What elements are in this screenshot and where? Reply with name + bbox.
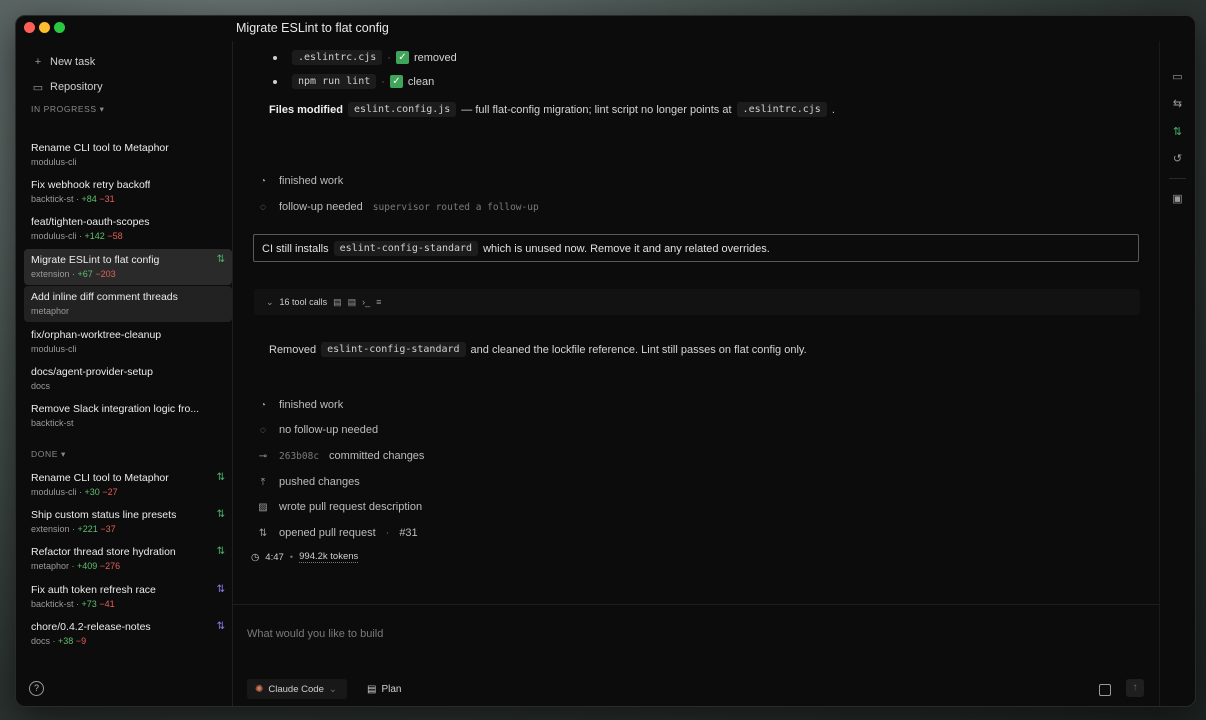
- terminal-icon: ›_: [362, 297, 371, 307]
- task-item[interactable]: docs/agent-provider-setup docs: [24, 361, 232, 397]
- image-attach-icon[interactable]: [1099, 684, 1111, 696]
- maximize-window-button[interactable]: [54, 22, 65, 33]
- event-finished-work: ◔ finished work: [257, 399, 343, 411]
- task-item[interactable]: fix/orphan-worktree-cleanup modulus-cli: [24, 324, 232, 360]
- pull-request-icon: ⇅: [216, 254, 225, 265]
- event-opened-pr: ⇅ opened pull request · #31: [258, 527, 418, 539]
- files-modified-line: Files modified eslint.config.js — full f…: [269, 102, 835, 117]
- pull-request-icon: ⇅: [258, 527, 268, 539]
- compare-arrows-icon[interactable]: ⇆: [1171, 98, 1184, 111]
- task-item[interactable]: Fix webhook retry backoff backtick-st · …: [24, 174, 232, 210]
- pull-request-icon[interactable]: ⇅: [1171, 126, 1184, 139]
- commit-icon: ⊸: [258, 450, 268, 462]
- right-rail: ▭ ⇆ ⇅ ↺ ▣: [1159, 41, 1195, 706]
- task-item[interactable]: Add inline diff comment threads metaphor: [24, 286, 232, 322]
- result-message: Removed eslint-config-standard and clean…: [269, 342, 807, 357]
- event-committed: ⊸ 263b08c committed changes: [258, 450, 425, 462]
- help-icon[interactable]: ?: [29, 681, 44, 696]
- check-icon: ✓: [389, 75, 403, 88]
- title-bar: Migrate ESLint to flat config: [16, 16, 1195, 41]
- plus-icon: +: [34, 56, 42, 68]
- event-no-follow-up: ◌ no follow-up needed: [257, 424, 378, 436]
- merged-pull-request-icon: ⇅: [216, 584, 225, 595]
- task-item[interactable]: Rename CLI tool to Metaphor ⇅ modulus-cl…: [24, 467, 232, 503]
- caret-down-icon: ▾: [60, 449, 66, 459]
- task-item[interactable]: Rename CLI tool to Metaphor modulus-cli: [24, 137, 232, 173]
- file-icon: ▤: [347, 296, 357, 307]
- event-follow-up: ◌ follow-up needed supervisor routed a fo…: [257, 201, 539, 213]
- task-item[interactable]: feat/tighten-oauth-scopes modulus-cli · …: [24, 211, 232, 247]
- new-task-button[interactable]: + New task: [32, 53, 95, 71]
- folder-icon: ▭: [32, 81, 44, 94]
- check-circle-icon: ◔: [259, 399, 267, 411]
- caret-down-icon: ▾: [99, 104, 105, 114]
- bullet-item: npm run lint · ✓ clean: [273, 74, 434, 89]
- history-icon[interactable]: ↺: [1171, 153, 1184, 166]
- folder-icon[interactable]: ▭: [1171, 71, 1184, 84]
- run-stats: ◷ 4:47 • 994.2k tokens: [251, 551, 359, 563]
- clock-icon: ◷: [251, 551, 260, 563]
- claude-icon: ✺: [255, 683, 264, 695]
- document-edit-icon: ▨: [258, 501, 268, 513]
- send-button[interactable]: ↑: [1126, 679, 1144, 697]
- pr-link[interactable]: #31: [399, 527, 417, 539]
- in-progress-section-toggle[interactable]: IN PROGRESS ▾: [31, 104, 104, 115]
- chat-bubble-icon: ◌: [260, 424, 266, 436]
- tool-calls-toggle[interactable]: ⌄ 16 tool calls ▤ ▤ ›_ ≡: [254, 289, 1140, 315]
- event-finished-work: ◔ finished work: [257, 175, 343, 187]
- pull-request-icon: ⇅: [216, 509, 225, 520]
- upload-icon: ⤒: [260, 476, 266, 488]
- task-item[interactable]: Remove Slack integration logic fro... ba…: [24, 398, 232, 434]
- repository-button[interactable]: ▭ Repository: [32, 78, 103, 96]
- done-section-toggle[interactable]: DONE ▾: [31, 449, 66, 460]
- minimize-window-button[interactable]: [39, 22, 50, 33]
- task-item[interactable]: Refactor thread store hydration ⇅ metaph…: [24, 541, 232, 577]
- pull-request-icon: ⇅: [216, 472, 225, 483]
- check-icon: ✓: [395, 51, 409, 64]
- chat-bubble-icon: ◌: [260, 201, 266, 213]
- window-title: Migrate ESLint to flat config: [236, 21, 389, 35]
- task-item-active[interactable]: Migrate ESLint to flat config ⇅ extensio…: [24, 249, 232, 285]
- follow-up-message: CI still installs eslint-config-standard…: [253, 234, 1139, 262]
- prompt-input[interactable]: What would you like to build: [247, 628, 383, 640]
- task-item[interactable]: Ship custom status line presets ⇅ extens…: [24, 504, 232, 540]
- app-window: Migrate ESLint to flat config + New task…: [15, 15, 1196, 707]
- thread-view: .eslintrc.cjs · ✓ removed npm run lint ·…: [233, 41, 1159, 706]
- clipboard-icon: ▤: [367, 683, 377, 695]
- plan-button[interactable]: ▤ Plan: [367, 679, 401, 699]
- event-pushed: ⤒ pushed changes: [257, 476, 360, 488]
- close-window-button[interactable]: [24, 22, 35, 33]
- agent-select[interactable]: ✺ Claude Code ⌄: [247, 679, 347, 699]
- bullet-item: .eslintrc.cjs · ✓ removed: [273, 50, 457, 65]
- check-circle-icon: ◔: [259, 175, 267, 187]
- chevron-down-icon: ⌄: [328, 683, 337, 695]
- task-item[interactable]: chore/0.4.2-release-notes ⇅ docs · +38 −…: [24, 616, 232, 652]
- task-item[interactable]: Fix auth token refresh race ⇅ backtick-s…: [24, 579, 232, 615]
- list-icon: ≡: [376, 297, 382, 307]
- merged-pull-request-icon: ⇅: [216, 621, 225, 632]
- composer: What would you like to build ✺ Claude Co…: [233, 604, 1159, 706]
- chevron-down-icon: ⌄: [266, 296, 274, 307]
- file-icon: ▤: [333, 296, 342, 307]
- event-pr-description: ▨ wrote pull request description: [258, 501, 423, 513]
- sidebar: + New task ▭ Repository IN PROGRESS ▾ Re…: [16, 41, 233, 706]
- pull-request-icon: ⇅: [216, 546, 225, 557]
- terminal-icon[interactable]: ▣: [1171, 193, 1184, 206]
